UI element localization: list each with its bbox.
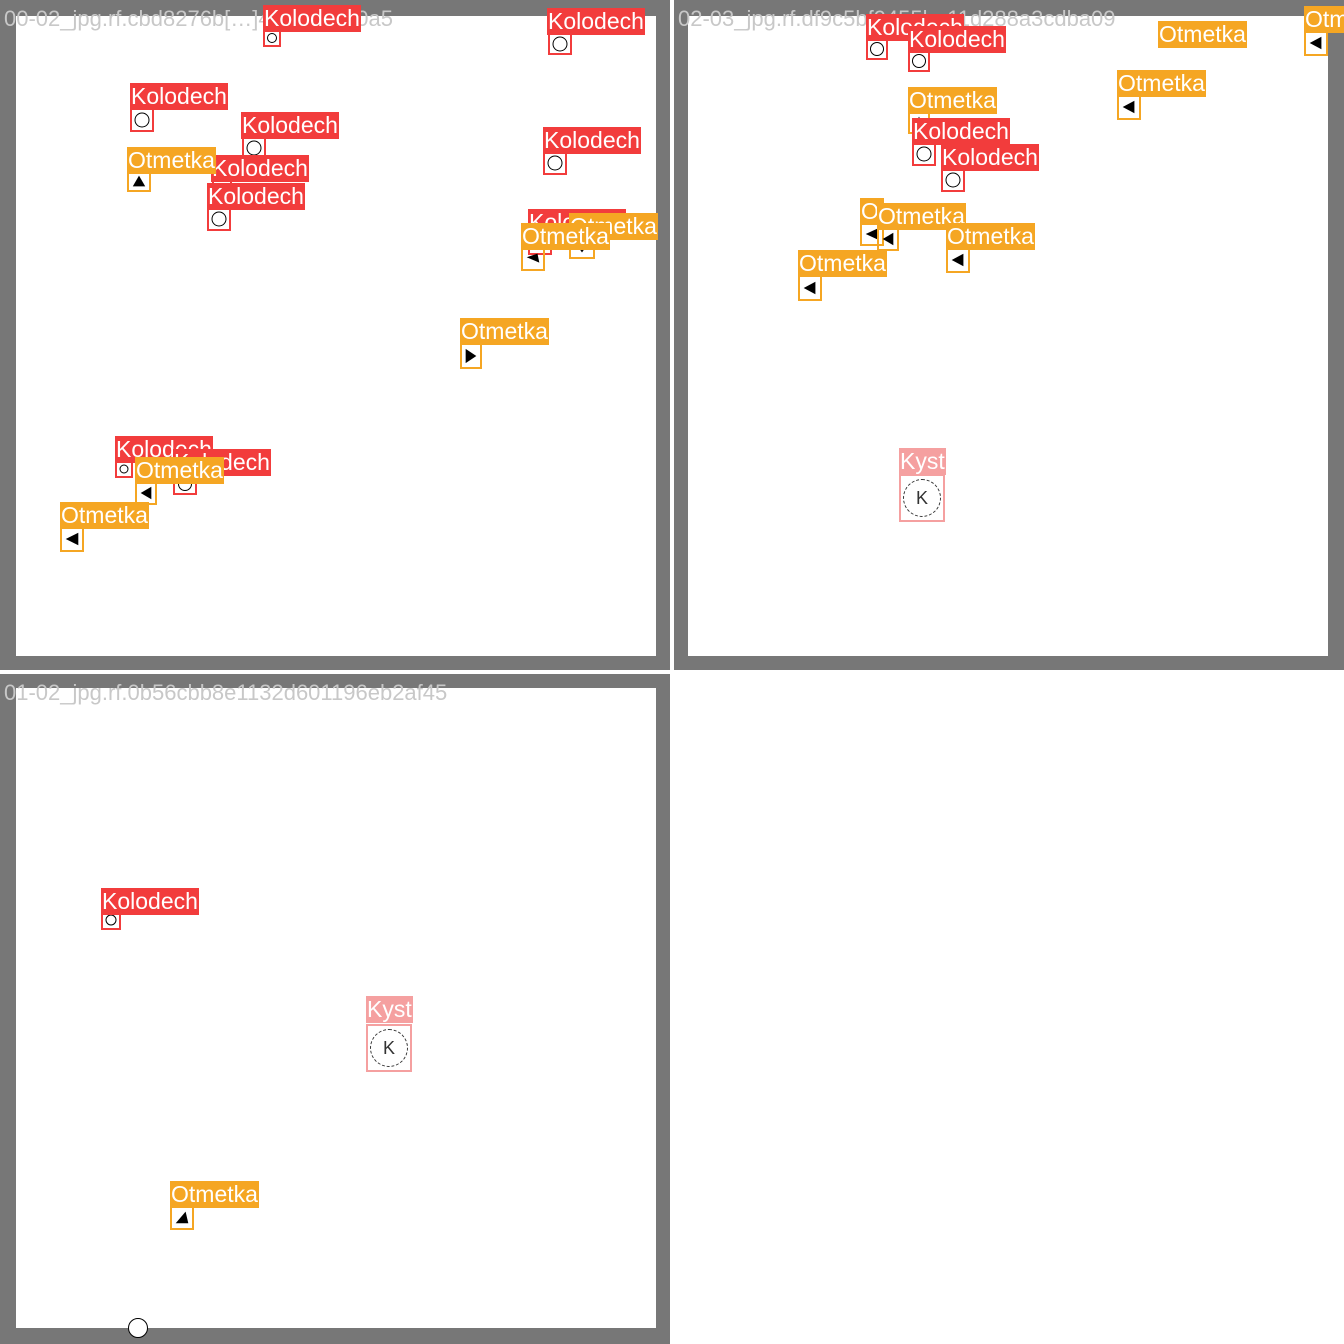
detection-otmetka[interactable] — [1304, 30, 1328, 56]
detection-kyst[interactable]: K — [899, 474, 945, 522]
triangle-marker-icon — [132, 175, 146, 187]
detection-otmetka[interactable] — [946, 247, 970, 273]
mosaic-tile-2: 02-03_jpg.rf.df9c5bf9455ba11d288a3cdba09… — [674, 0, 1344, 670]
manhole-symbol-icon — [267, 33, 277, 43]
manhole-symbol-icon — [134, 112, 150, 128]
triangle-marker-icon — [526, 253, 540, 263]
detection-label-otmetka: Otmetka — [127, 147, 216, 174]
detection-label-otmetka: Otmetka — [1117, 70, 1206, 97]
triangle-marker-icon — [1309, 36, 1322, 50]
detection-label-kolodech: Kolodech — [912, 118, 1010, 145]
detection-label-otmetka: Otmetka — [460, 318, 549, 345]
detection-kolodech[interactable] — [908, 50, 930, 72]
triangle-marker-icon — [882, 232, 894, 246]
detection-kolodech[interactable] — [866, 38, 888, 60]
tile-filename: 01-02_jpg.rf.0b56cbb8e1132d601196eb2af45 — [4, 680, 448, 705]
empty-mosaic-slot — [674, 674, 1344, 1344]
detection-label-kyst: Kyst — [366, 996, 413, 1023]
manhole-symbol-icon — [105, 914, 117, 926]
detection-label-otmetka: Otmetka — [798, 250, 887, 277]
detection-kolodech[interactable] — [912, 142, 936, 166]
detection-kolodech[interactable] — [543, 151, 567, 175]
triangle-marker-icon — [803, 281, 816, 295]
kyst-symbol-icon: K — [903, 479, 941, 517]
manhole-symbol-icon — [552, 36, 568, 52]
detection-otmetka[interactable] — [521, 247, 545, 271]
detection-label-kolodech: Kolodech — [941, 144, 1039, 171]
detection-label-otmetka: Otmetka — [1158, 21, 1247, 48]
detection-kyst[interactable]: K — [366, 1024, 412, 1072]
detection-otmetka[interactable] — [877, 227, 899, 251]
manhole-symbol-icon — [912, 54, 926, 68]
tile-canvas — [688, 16, 1328, 656]
manhole-symbol-icon — [246, 140, 262, 156]
triangle-marker-icon — [465, 348, 477, 364]
manhole-symbol-icon — [870, 42, 884, 56]
detection-label-otmetka: Otmetka — [60, 502, 149, 529]
kyst-symbol-letter: K — [915, 487, 928, 508]
detection-label-kolodech: Kolodech — [211, 155, 309, 182]
triangle-marker-icon — [140, 486, 152, 500]
detection-otmetka[interactable] — [1117, 94, 1141, 120]
manhole-symbol-icon — [916, 146, 932, 162]
detection-label-kolodech: Kolodech — [130, 83, 228, 110]
triangle-marker-icon — [175, 1211, 189, 1224]
detection-kolodech[interactable] — [548, 33, 572, 55]
detection-label-kyst: Kyst — [899, 448, 946, 475]
detection-otmetka[interactable] — [60, 526, 84, 552]
kyst-symbol-letter: K — [382, 1037, 395, 1058]
kyst-symbol-icon: K — [370, 1029, 408, 1067]
detection-label-kolodech: Kolodech — [263, 5, 361, 32]
mosaic-tile-3: 01-02_jpg.rf.0b56cbb8e1132d601196eb2af45… — [0, 674, 670, 1344]
detection-label-otmetka: Otmetka — [908, 87, 997, 114]
triangle-marker-icon — [65, 532, 79, 546]
manhole-symbol-icon — [211, 211, 227, 227]
manhole-symbol-icon — [547, 155, 563, 171]
detection-label-otmetka: Otmetka — [170, 1181, 259, 1208]
detection-kolodech[interactable] — [941, 168, 965, 192]
detection-kolodech[interactable] — [130, 108, 154, 132]
detection-label-kolodech: Kolodech — [241, 112, 339, 139]
detection-label-kolodech: Kolodech — [908, 26, 1006, 53]
detection-kolodech[interactable] — [207, 207, 231, 231]
detection-label-kolodech: Kolodech — [543, 127, 641, 154]
detection-label-kolodech: Kolodech — [207, 183, 305, 210]
triangle-marker-icon — [1122, 100, 1135, 114]
mosaic-tile-1: 00-02_jpg.rf.cbd8276b[…]4ea16eaa0a5 Kolo… — [0, 0, 670, 670]
triangle-marker-icon — [951, 253, 964, 267]
detection-otmetka[interactable] — [798, 275, 822, 301]
tile-canvas — [16, 688, 656, 1328]
manhole-symbol-icon — [945, 172, 961, 188]
detection-label-otmetka: Otmetka — [946, 223, 1035, 250]
manhole-symbol-icon — [119, 464, 129, 474]
detection-otmetka[interactable] — [460, 343, 482, 369]
detection-label-kolodech: Kolodech — [101, 888, 199, 915]
detection-label-kolodech: Kolodech — [547, 8, 645, 35]
detection-label-otmetka: Otmetka — [1304, 6, 1344, 33]
detection-label-otmetka: Otmetka — [521, 223, 610, 250]
unlabeled-circle-symbol-icon — [128, 1318, 148, 1338]
detection-label-otmetka: Otmetka — [135, 457, 224, 484]
